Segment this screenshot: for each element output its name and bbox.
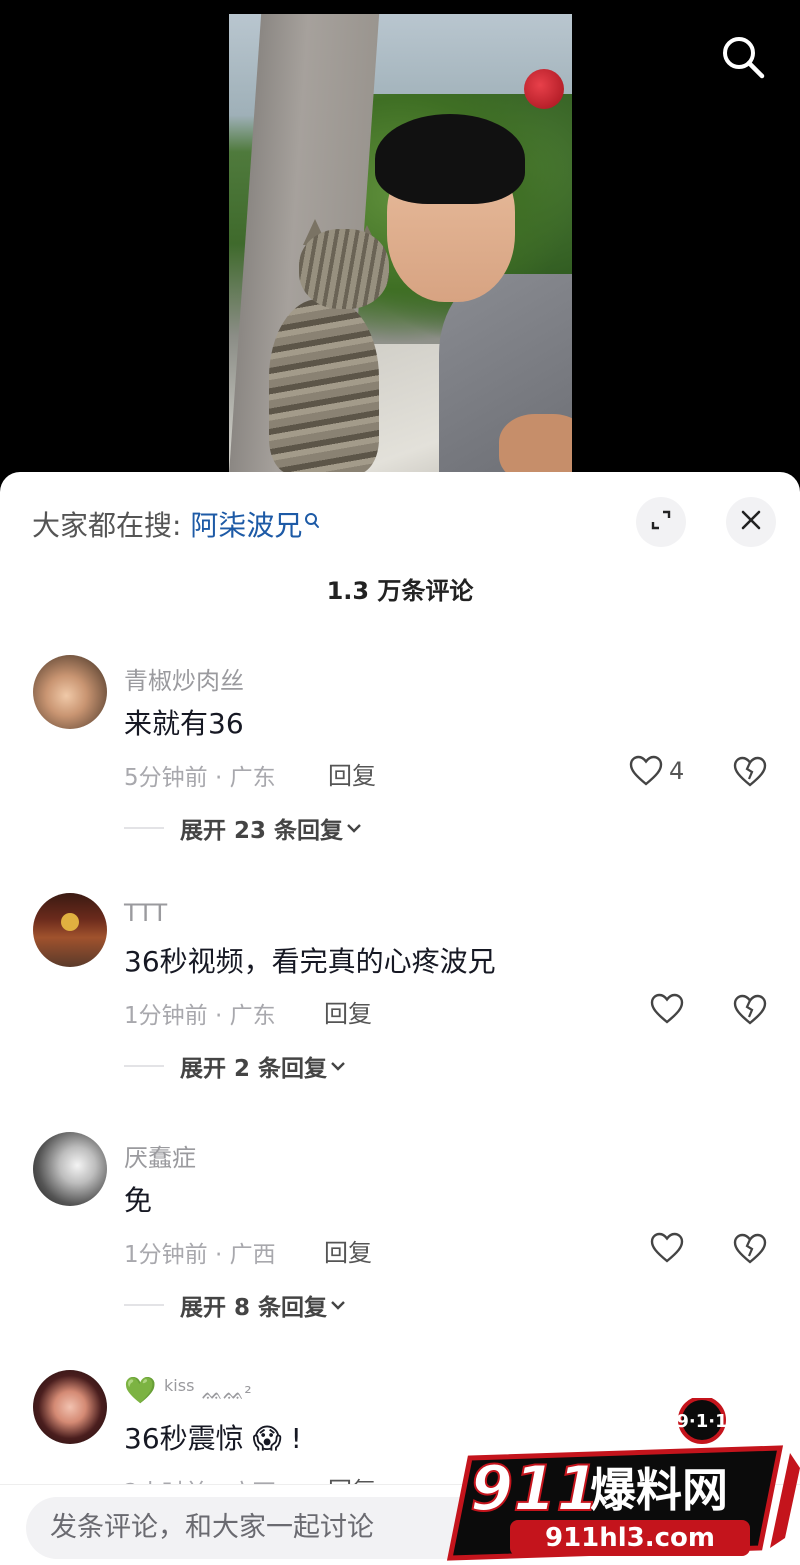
reply-button[interactable]: 回复 (324, 994, 372, 1029)
hot-search-prefix: 大家都在搜: (32, 509, 182, 542)
avatar[interactable] (33, 655, 107, 729)
avatar[interactable] (33, 893, 107, 967)
green-heart-icon: 💚 (124, 1376, 157, 1406)
close-panel-button[interactable] (726, 497, 776, 547)
scream-emoji: 😱 (252, 1422, 282, 1455)
comment-username-suffix: ᨐᨐ² (202, 1383, 252, 1404)
comment-text-row: 36秒震惊 😱 ! (124, 1417, 302, 1457)
lantern-decoration (524, 69, 564, 109)
expand-replies-button[interactable]: 展开 8 条回复 (124, 1288, 349, 1322)
comment-count: 1.3 万条评论 (326, 577, 474, 605)
comment-username: kiss (164, 1376, 195, 1395)
divider-line (124, 827, 164, 829)
reply-button[interactable]: 回复 (328, 756, 376, 791)
watermark-badge: 9·1·1 (676, 1411, 727, 1432)
chevron-down-icon (331, 1301, 345, 1310)
comment-text: 36秒震惊 (124, 1422, 244, 1455)
comment-item: 厌蠢症 免 1分钟前 · 广西 回复 展开 8 条回复 (0, 1132, 800, 1362)
avatar[interactable] (33, 1370, 107, 1444)
search-icon[interactable] (720, 34, 766, 80)
comment-meta: 1分钟前 · 广西 (124, 1242, 276, 1268)
dislike-icon[interactable] (732, 1230, 768, 1266)
video-player[interactable] (0, 0, 800, 490)
reply-button[interactable]: 回复 (324, 1233, 372, 1268)
hot-search-bar: 大家都在搜: 阿柒波兄 (32, 504, 320, 544)
expand-replies-label: 展开 8 条回复 (180, 1295, 328, 1321)
chevron-down-icon (347, 824, 361, 833)
comment-text: 36秒视频，看完真的心疼波兄 (124, 945, 496, 978)
expand-icon (649, 508, 673, 536)
comment-username[interactable]: 厌蠢症 (124, 1138, 196, 1173)
comment-text: 免 (124, 1184, 153, 1217)
comment-item: TTT 36秒视频，看完真的心疼波兄 1分钟前 · 广东 回复 展开 2 条回复 (0, 893, 800, 1123)
comment-meta: 1分钟前 · 广东 (124, 1003, 276, 1029)
dislike-icon[interactable] (732, 991, 768, 1027)
watermark-brand: 爆料网 (590, 1463, 728, 1517)
comment-username[interactable]: TTT (124, 899, 167, 927)
video-frame[interactable] (229, 14, 572, 474)
avatar[interactable] (33, 1132, 107, 1206)
expand-replies-button[interactable]: 展开 23 条回复 (124, 811, 365, 845)
video-person (369, 114, 572, 474)
heart-icon (629, 755, 663, 786)
like-count: 4 (669, 757, 685, 785)
like-button[interactable]: 4 (629, 753, 684, 789)
comment-text-end: ! (290, 1422, 302, 1455)
expand-panel-button[interactable] (636, 497, 686, 547)
expand-replies-label: 展开 23 条回复 (180, 818, 344, 844)
watermark-number: 911 (470, 1452, 599, 1525)
expand-replies-label: 展开 2 条回复 (180, 1056, 328, 1082)
dislike-icon[interactable] (732, 753, 768, 789)
heart-icon (650, 1232, 684, 1263)
divider-line (124, 1065, 164, 1067)
chevron-down-icon (331, 1062, 345, 1071)
small-search-icon (304, 504, 320, 537)
watermark-url: 911hl3.com (545, 1523, 715, 1553)
comment-username[interactable]: 青椒炒肉丝 (124, 661, 244, 696)
comment-text: 来就有36 (124, 707, 244, 740)
comment-username-row[interactable]: 💚 kiss ᨐᨐ² (124, 1376, 252, 1406)
like-button[interactable] (650, 991, 684, 1027)
close-icon (739, 508, 763, 536)
hot-search-keyword-link[interactable]: 阿柒波兄 (190, 509, 320, 542)
divider-line (124, 1304, 164, 1306)
expand-replies-button[interactable]: 展开 2 条回复 (124, 1049, 349, 1083)
heart-icon (650, 993, 684, 1024)
like-button[interactable] (650, 1230, 684, 1266)
watermark-logo: 9·1·1 911 爆料网 911hl3.com (440, 1396, 800, 1565)
comment-item: 青椒炒肉丝 来就有36 5分钟前 · 广东 回复 4 展开 23 条回复 (0, 655, 800, 885)
comment-meta: 5分钟前 · 广东 (124, 765, 276, 791)
